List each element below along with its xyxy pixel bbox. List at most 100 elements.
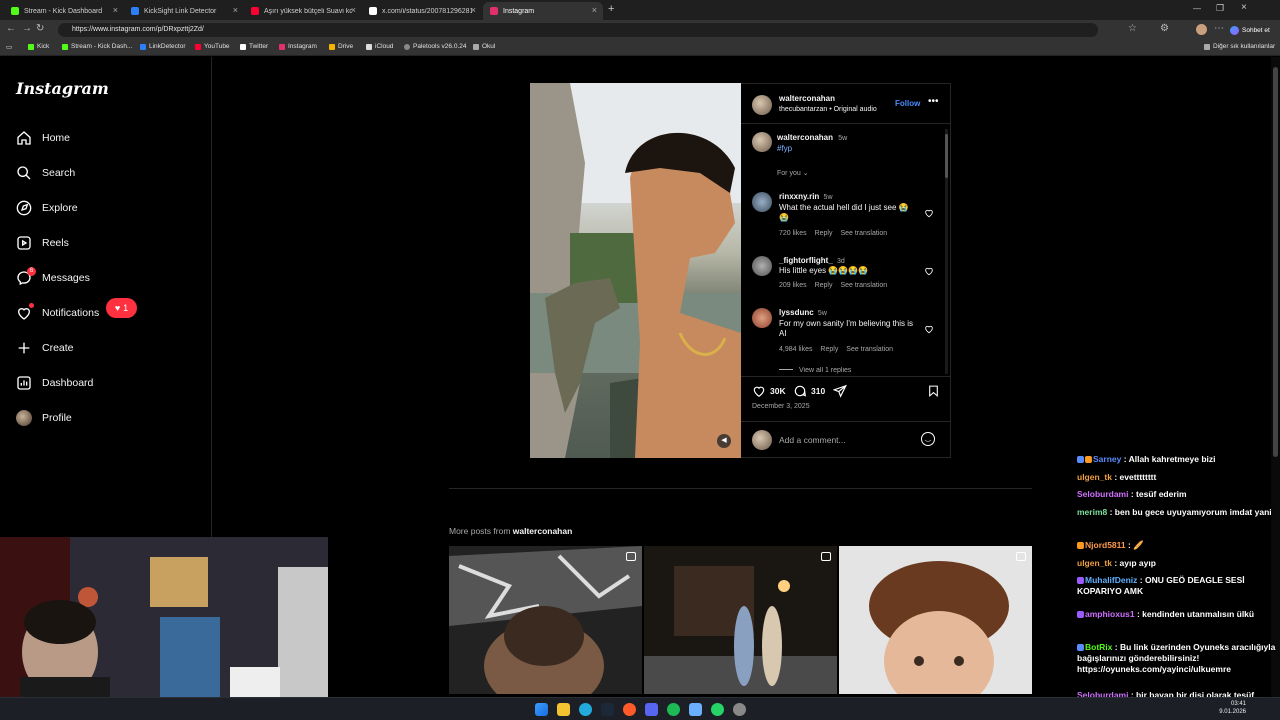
spotify-icon[interactable] — [667, 703, 680, 716]
bookmark-linkdetector[interactable]: LinkDetector — [140, 43, 186, 50]
file-explorer-icon[interactable] — [557, 703, 570, 716]
bookmark-kick[interactable]: Kick — [28, 43, 49, 50]
favorite-star-icon[interactable]: ☆ — [1128, 23, 1137, 34]
bookmark-drive[interactable]: Drive — [329, 43, 353, 50]
close-tab-icon[interactable]: × — [113, 5, 118, 15]
system-clock[interactable]: 03:41 9.01.2026 — [1219, 700, 1246, 716]
start-icon[interactable] — [535, 703, 548, 716]
bookmark-other-favorites[interactable]: Diğer sık kullanılanlar — [1204, 43, 1275, 50]
chat-username[interactable]: Sarney — [1093, 454, 1121, 464]
steam-icon[interactable] — [601, 703, 614, 716]
reload-icon[interactable]: ↻ — [36, 23, 44, 34]
related-post-thumbnail[interactable] — [839, 546, 1032, 694]
nav-home[interactable]: Home — [16, 126, 70, 150]
more-posts-username[interactable]: walterconahan — [513, 526, 573, 536]
tab-youtube[interactable]: Aşırı yüksek bütçeli Suavi konseri 4K × — [244, 2, 362, 20]
comment-username[interactable]: lyssdunc — [779, 308, 814, 317]
like-count[interactable]: 30K — [770, 386, 786, 396]
view-replies-button[interactable]: View all 1 replies — [779, 367, 851, 375]
chat-username[interactable]: MuhalifDeniz — [1085, 575, 1137, 585]
extensions-icon[interactable]: ⚙ — [1160, 23, 1169, 34]
bookmark-twitter[interactable]: Twitter — [240, 43, 268, 50]
minimize-window-button[interactable]: — — [1193, 4, 1201, 13]
more-menu-icon[interactable]: ⋯ — [1214, 23, 1224, 34]
close-tab-icon[interactable]: × — [351, 5, 356, 15]
close-tab-icon[interactable]: × — [233, 5, 238, 15]
scrollbar-thumb[interactable] — [1273, 67, 1278, 457]
bookmark-stream-kick[interactable]: Stream - Kick Dash... — [62, 43, 132, 50]
mute-icon[interactable]: ◀ — [717, 434, 731, 448]
nav-dashboard[interactable]: Dashboard — [16, 371, 93, 395]
chat-username[interactable]: Seloburdami — [1077, 489, 1128, 499]
comment-count[interactable]: 310 — [811, 386, 825, 396]
maximize-window-button[interactable]: ❐ — [1216, 3, 1224, 14]
comment-likes[interactable]: 4,984 likes — [779, 346, 812, 353]
bookmark-youtube[interactable]: YouTube — [195, 43, 230, 50]
reply-button[interactable]: Reply — [815, 230, 833, 237]
reply-button[interactable]: Reply — [815, 282, 833, 289]
nav-explore[interactable]: Explore — [16, 196, 78, 220]
whatsapp-icon[interactable] — [711, 703, 724, 716]
commenter-avatar[interactable] — [752, 308, 772, 328]
bookmark-instagram[interactable]: Instagram — [279, 43, 317, 50]
audio-label[interactable]: thecubantarzan • Original audio — [779, 106, 877, 113]
comment-username[interactable]: _fightorflight_ — [779, 256, 833, 265]
profile-avatar[interactable] — [1196, 24, 1207, 35]
save-bookmark-icon[interactable] — [927, 384, 940, 398]
bookmark-sidebar-icon[interactable]: ▭ — [6, 43, 12, 51]
tab-kicksight[interactable]: KickSight Link Detector × — [124, 2, 244, 20]
like-comment-icon[interactable] — [924, 324, 934, 334]
bookmark-okul[interactable]: Okul — [473, 43, 495, 50]
see-translation-button[interactable]: See translation — [840, 230, 887, 237]
add-comment-input[interactable]: Add a comment... — [779, 435, 846, 445]
tab-instagram[interactable]: Instagram × — [483, 2, 603, 20]
chat-username[interactable]: Njord5811 — [1085, 540, 1126, 550]
comment-icon[interactable] — [793, 384, 807, 398]
forward-icon[interactable]: → — [22, 23, 32, 34]
related-post-thumbnail[interactable] — [449, 546, 642, 694]
see-translation-button[interactable]: See translation — [840, 282, 887, 289]
chat-username[interactable]: ulgen_tk — [1077, 472, 1112, 482]
related-post-thumbnail[interactable] — [644, 546, 837, 694]
instagram-logo[interactable]: Instagram — [16, 79, 109, 98]
emoji-icon[interactable]: ‿ — [921, 432, 935, 446]
commenter-avatar[interactable] — [752, 192, 772, 212]
notification-count-pill[interactable]: ♥ 1 — [106, 298, 137, 318]
edge-icon[interactable] — [579, 703, 592, 716]
comments-scrollbar[interactable] — [945, 129, 948, 374]
see-translation-button[interactable]: See translation — [846, 346, 893, 353]
chat-username[interactable]: ulgen_tk — [1077, 558, 1112, 568]
app-icon[interactable] — [689, 703, 702, 716]
bookmark-icloud[interactable]: iCloud — [366, 43, 393, 50]
discord-icon[interactable] — [645, 703, 658, 716]
close-window-button[interactable]: × — [1241, 2, 1247, 13]
back-icon[interactable]: ← — [6, 23, 16, 34]
close-tab-icon[interactable]: × — [471, 5, 476, 15]
follow-button[interactable]: Follow — [895, 99, 920, 108]
author-username[interactable]: walterconahan — [779, 94, 835, 103]
comment-likes[interactable]: 209 likes — [779, 282, 807, 289]
nav-profile[interactable]: Profile — [16, 406, 72, 430]
reply-button[interactable]: Reply — [820, 346, 838, 353]
comment-likes[interactable]: 720 likes — [779, 230, 807, 237]
chat-username[interactable]: BotRix — [1085, 642, 1112, 652]
tab-kick-dashboard[interactable]: Stream - Kick Dashboard × — [4, 2, 124, 20]
like-comment-icon[interactable] — [924, 208, 934, 218]
for-you-dropdown[interactable]: For you ⌄ — [777, 169, 809, 177]
commenter-avatar[interactable] — [752, 256, 772, 276]
chat-username[interactable]: amphioxus1 — [1085, 609, 1135, 619]
nav-search[interactable]: Search — [16, 161, 75, 185]
obs-icon[interactable] — [623, 703, 636, 716]
like-icon[interactable] — [752, 384, 766, 398]
close-tab-icon[interactable]: × — [592, 5, 597, 15]
url-field[interactable]: https://www.instagram.com/p/DRxpzttj2Zd/ — [58, 23, 1098, 37]
more-options-icon[interactable]: ••• — [928, 96, 939, 107]
app-icon[interactable] — [733, 703, 746, 716]
nav-reels[interactable]: Reels — [16, 231, 69, 255]
hashtag-link[interactable]: #fyp — [777, 144, 792, 153]
post-video[interactable]: ◀ — [530, 83, 741, 458]
scrollbar-thumb[interactable] — [945, 134, 948, 178]
author-avatar[interactable] — [752, 95, 772, 115]
tab-x-status[interactable]: x.com/i/status/2007812962816507 × — [362, 2, 482, 20]
like-comment-icon[interactable] — [924, 266, 934, 276]
